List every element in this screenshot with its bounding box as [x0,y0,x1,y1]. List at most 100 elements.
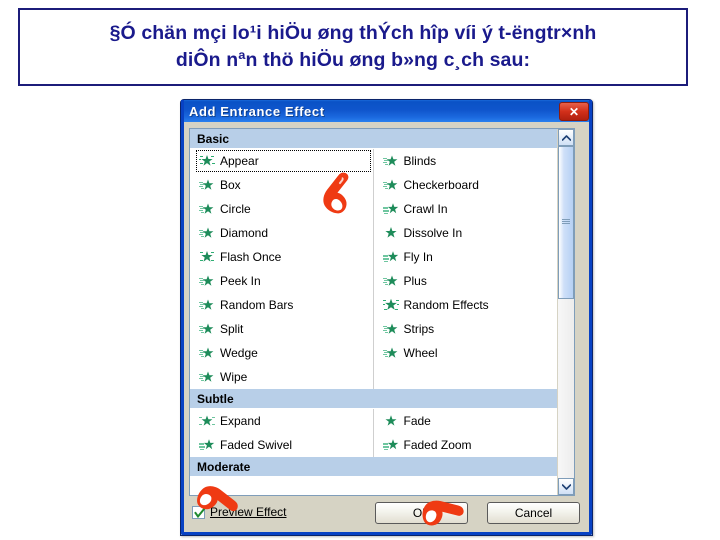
add-entrance-effect-dialog: Add Entrance Effect ✕ Basic Appear Blind… [180,99,593,536]
scroll-down-icon[interactable] [558,478,574,495]
star-effect-icon [199,439,215,450]
checkmark-icon [194,506,206,518]
effect-item-dissolve-in[interactable]: Dissolve In [374,221,558,245]
list-row: Faded Swivel Faded Zoom [190,433,557,457]
star-effect-icon [382,347,397,358]
star-effect-icon [382,439,398,450]
effect-item-random-effects[interactable]: Random Effects [374,293,558,317]
title-line-1: §Ó chän mçi lo¹i hiÖu øng thÝch hîp víi … [109,22,597,44]
effect-label: Dissolve In [403,226,463,240]
dialog-title: Add Entrance Effect [189,103,325,119]
star-effect-icon [199,347,214,358]
effect-item-faded-swivel[interactable]: Faded Swivel [190,433,374,457]
list-row: Box Checkerboard [190,173,557,197]
cancel-button[interactable]: Cancel [487,502,580,524]
effect-item-fade[interactable]: Fade [374,409,558,433]
effect-item-wheel[interactable]: Wheel [374,341,558,365]
page-title: §Ó chän mçi lo¹i hiÖu øng thÝch hîp víi … [96,20,611,74]
list-row: Random Bars Random Effects [190,293,557,317]
title-line-2: diÔn nªn thö hiÖu øng b»ng c¸ch sau: [175,49,531,71]
scroll-up-icon[interactable] [558,129,574,146]
effect-label: Plus [403,274,427,288]
effect-item-flash-once[interactable]: Flash Once [190,245,374,269]
effect-label: Diamond [220,226,269,240]
star-effect-icon [200,251,214,262]
group-header-moderate: Moderate [190,457,557,477]
effect-item-crawl-in[interactable]: Crawl In [374,197,558,221]
effect-label: Crawl In [403,202,448,216]
effect-item-strips[interactable]: Strips [374,317,558,341]
list-row: Diamond Dissolve In [190,221,557,245]
preview-effect-checkbox[interactable]: Preview Effect [192,505,286,519]
ok-button[interactable]: OK [375,502,468,524]
effect-item-appear[interactable]: Appear [190,149,374,173]
effect-label: Strips [403,322,435,336]
effect-item-random-bars[interactable]: Random Bars [190,293,374,317]
effect-label: Fade [403,414,431,428]
star-effect-icon [382,298,399,310]
effect-label: Split [220,322,244,336]
scrollbar-thumb[interactable] [558,146,574,299]
effect-item-expand[interactable]: Expand [190,409,374,433]
scrollbar-grip-icon [562,219,570,225]
cancel-button-label: Cancel [514,506,553,520]
effect-label: Box [220,178,241,192]
effect-label: Fly In [403,250,433,264]
effect-item-split[interactable]: Split [190,317,374,341]
slide-title-banner: §Ó chän mçi lo¹i hiÖu øng thÝch hîp víi … [18,8,688,86]
scrollbar-track[interactable] [558,146,574,478]
close-x-glyph: ✕ [568,104,580,119]
effect-label: Wedge [220,346,258,360]
dialog-titlebar[interactable]: Add Entrance Effect ✕ [181,100,592,122]
effect-item-plus[interactable]: Plus [374,269,558,293]
star-effect-icon [382,203,398,214]
effect-item-box[interactable]: Box [190,173,374,197]
effect-item-diamond[interactable]: Diamond [190,221,374,245]
effect-item-checkerboard[interactable]: Checkerboard [374,173,558,197]
effect-item-fly-in[interactable]: Fly In [374,245,558,269]
effect-label: Faded Swivel [220,438,293,452]
star-effect-icon [385,415,396,426]
effect-label: Peek In [220,274,261,288]
list-row: Peek In Plus [190,269,557,293]
effect-item-faded-zoom[interactable]: Faded Zoom [374,433,558,457]
effect-item-peek-in[interactable]: Peek In [190,269,374,293]
star-effect-icon [199,155,215,166]
list-row: Wedge Wheel [190,341,557,365]
effect-item-wedge[interactable]: Wedge [190,341,374,365]
star-effect-icon [199,227,214,238]
effect-label: Expand [220,414,261,428]
checkbox-box[interactable] [192,505,206,519]
star-effect-icon [199,371,214,382]
star-effect-icon [199,299,214,310]
star-effect-icon [199,275,214,286]
ok-button-label: OK [412,506,431,520]
effects-list-scrollbar[interactable] [557,129,574,495]
close-icon[interactable]: ✕ [559,102,589,121]
star-effect-icon [199,179,214,190]
star-effect-icon [199,323,214,334]
list-row: Circle Crawl In [190,197,557,221]
star-effect-icon [382,155,397,166]
star-effect-icon [199,415,215,426]
effect-item-blinds[interactable]: Blinds [374,149,558,173]
effect-label: Checkerboard [403,178,479,192]
effect-item-circle[interactable]: Circle [190,197,374,221]
effect-label: Random Effects [403,298,489,312]
dialog-footer: Preview Effect OK Cancel [189,502,584,526]
star-effect-icon [382,323,397,334]
star-effect-icon [382,275,397,286]
effect-label: Circle [220,202,251,216]
effect-item-wipe[interactable]: Wipe [190,365,374,389]
group-header-subtle: Subtle [190,389,557,409]
star-effect-icon [199,203,214,214]
effect-label: Faded Zoom [403,438,472,452]
list-row: Split Strips [190,317,557,341]
effects-list[interactable]: Basic Appear Blinds Box Checkerboard Cir… [189,128,575,496]
effect-label: Random Bars [220,298,294,312]
list-row: Flash Once Fly In [190,245,557,269]
list-row: Wipe [190,365,557,389]
effect-label: Flash Once [220,250,282,264]
effect-label: Blinds [403,154,437,168]
list-row: Expand Fade [190,409,557,433]
